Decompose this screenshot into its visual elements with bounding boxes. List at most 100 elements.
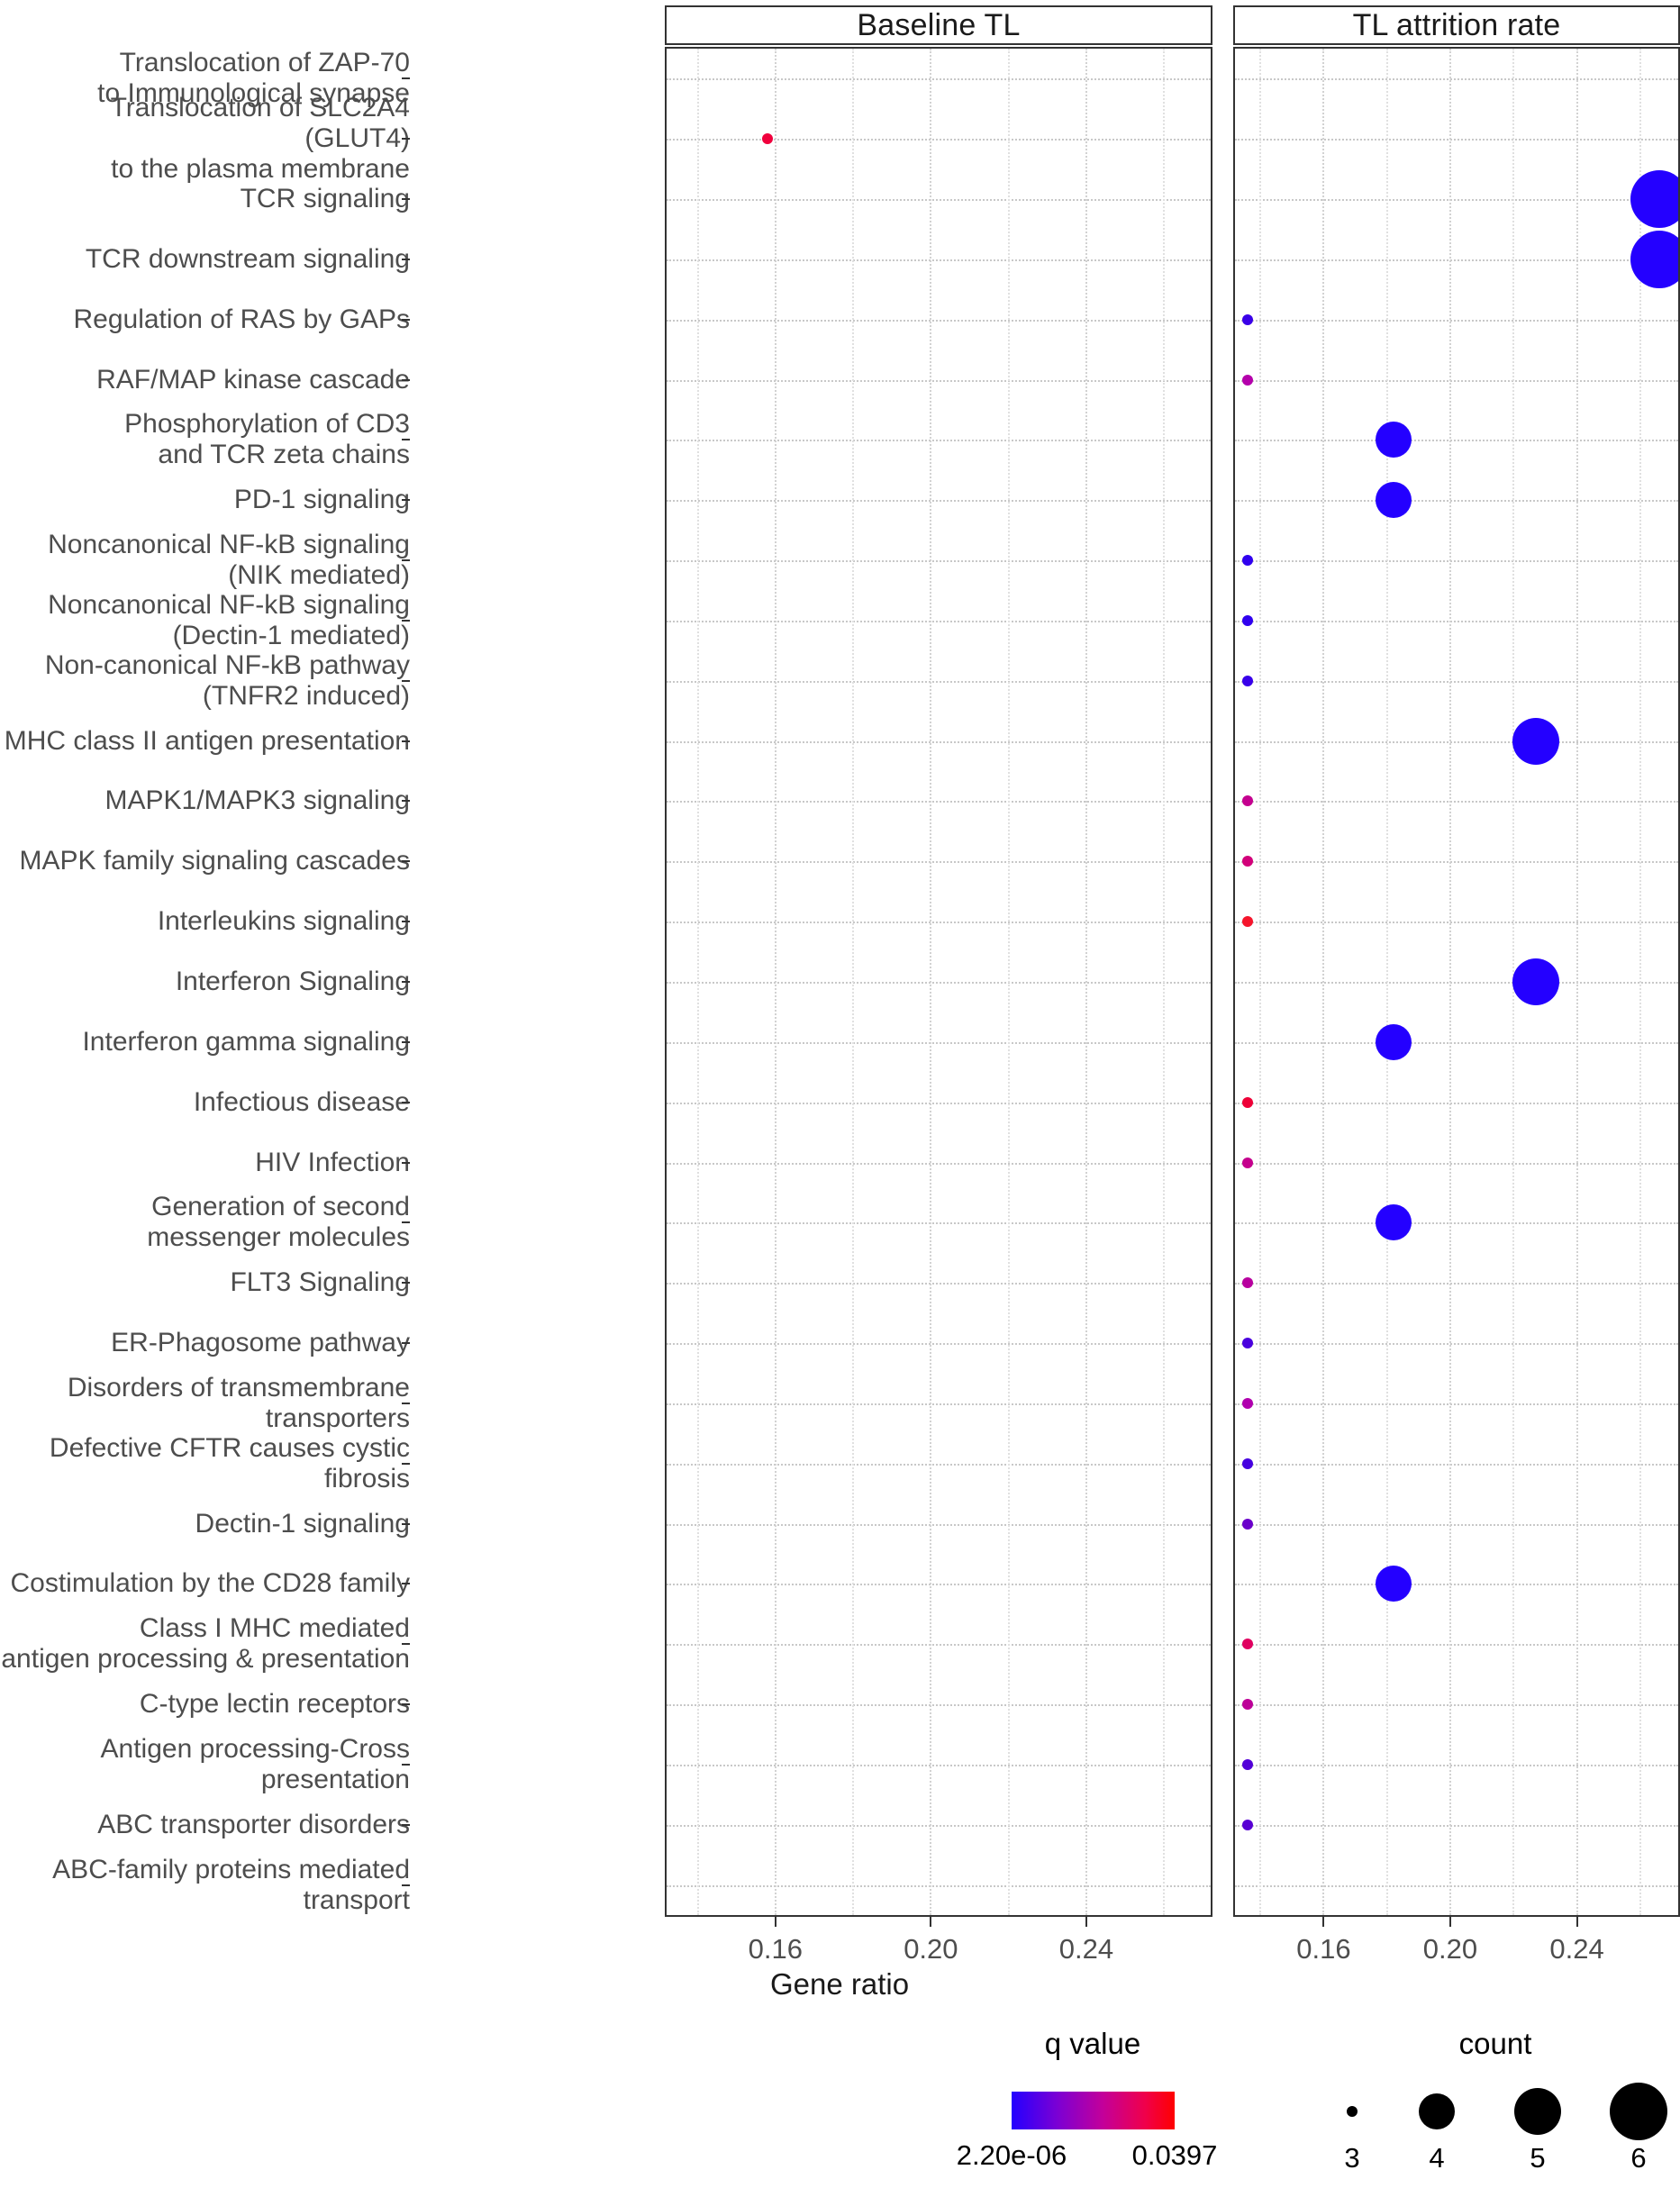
y-axis-tick	[402, 1101, 410, 1103]
gridline-vertical-major	[1576, 49, 1578, 1915]
size-legend-dot	[1610, 2083, 1667, 2140]
gridline-vertical-minor	[1163, 49, 1166, 1915]
gridline-horizontal	[1235, 319, 1678, 322]
gridline-horizontal	[1235, 740, 1678, 743]
data-point-dot	[1242, 1157, 1254, 1168]
y-axis-label: RAF/MAP kinase cascade	[96, 364, 410, 395]
gridline-horizontal	[1235, 1644, 1678, 1647]
gridline-horizontal	[667, 801, 1211, 803]
data-point-dot	[1242, 1277, 1254, 1289]
y-axis-label: Translocation of SLC2A4 (GLUT4) to the p…	[110, 93, 410, 185]
gridline-vertical-minor	[1639, 49, 1641, 1915]
data-point-dot	[1512, 717, 1559, 765]
gridline-horizontal	[1235, 1824, 1678, 1827]
y-axis-label: Phosphorylation of CD3 and TCR zeta chai…	[124, 409, 410, 470]
gridline-horizontal	[1235, 1884, 1678, 1887]
data-point-dot	[1375, 1204, 1412, 1241]
gridline-horizontal	[667, 740, 1211, 743]
data-point-dot	[1630, 170, 1678, 229]
y-axis-label: ABC transporter disorders	[97, 1809, 410, 1839]
gridline-horizontal	[1235, 139, 1678, 141]
y-axis-tick	[402, 1583, 410, 1585]
y-axis-labels: Translocation of ZAP-70 to Immunological…	[0, 48, 411, 1917]
y-axis-tick	[402, 378, 410, 381]
y-axis-label: MAPK1/MAPK3 signaling	[104, 785, 411, 816]
gridline-horizontal	[667, 379, 1211, 382]
x-axis-title: Gene ratio	[769, 1967, 910, 2001]
y-axis-tick	[402, 679, 410, 682]
y-axis-label: ABC-family proteins mediated transport	[52, 1854, 410, 1915]
y-axis-label: FLT3 Signaling	[230, 1267, 410, 1298]
gridline-horizontal	[667, 1584, 1211, 1586]
gridline-horizontal	[1235, 1764, 1678, 1766]
gridline-horizontal	[1235, 1463, 1678, 1466]
data-point-dot	[1242, 614, 1254, 626]
color-legend-title: q value	[1044, 2027, 1141, 2060]
gridline-horizontal	[1235, 259, 1678, 261]
plot-panel-baseline	[665, 47, 1212, 1917]
gridline-horizontal	[1235, 1102, 1678, 1104]
gridline-horizontal	[667, 1283, 1211, 1285]
gridline-horizontal	[1235, 1343, 1678, 1346]
gridline-horizontal	[667, 1704, 1211, 1707]
color-legend-max-label: 0.0397	[1131, 2139, 1218, 2171]
gridline-horizontal	[667, 500, 1211, 503]
gridline-horizontal	[1235, 1403, 1678, 1405]
data-point-dot	[1375, 1566, 1412, 1602]
data-point-dot	[1512, 958, 1559, 1005]
gridline-vertical-major	[1448, 49, 1451, 1915]
gridline-horizontal	[667, 1343, 1211, 1346]
gridline-horizontal	[667, 680, 1211, 683]
gridline-horizontal	[667, 1162, 1211, 1165]
y-axis-label: Regulation of RAS by GAPs	[73, 304, 410, 334]
facet-strip-attrition-label: TL attrition rate	[1352, 7, 1561, 42]
y-axis-label: Noncanonical NF-kB signaling (NIK mediat…	[48, 530, 410, 591]
gridline-horizontal	[667, 139, 1211, 141]
gridline-horizontal	[667, 1222, 1211, 1225]
x-axis-tick	[1576, 1917, 1578, 1927]
y-axis-label: Generation of second messenger molecules	[147, 1192, 410, 1253]
y-axis-label: Interferon Signaling	[175, 967, 410, 996]
gridline-horizontal	[1235, 379, 1678, 382]
y-axis-tick	[402, 619, 410, 622]
gridline-horizontal	[667, 319, 1211, 322]
data-point-dot	[1375, 422, 1412, 458]
size-legend-dot	[1419, 2093, 1455, 2129]
size-legend-label: 5	[1530, 2142, 1546, 2174]
data-point-dot	[1242, 1639, 1254, 1650]
data-point-dot	[1242, 1338, 1254, 1349]
y-axis-tick	[402, 1763, 410, 1766]
y-axis-label: Infectious disease	[193, 1086, 410, 1117]
y-axis-label: MAPK family signaling cascades	[19, 846, 410, 876]
y-axis-tick	[402, 559, 410, 562]
gridline-vertical-major	[930, 49, 932, 1915]
y-axis-label: MHC class II antigen presentation	[4, 725, 410, 756]
y-axis-tick	[402, 800, 410, 803]
gridline-horizontal	[1235, 1704, 1678, 1707]
gridline-horizontal	[667, 1102, 1211, 1104]
gridline-horizontal	[667, 78, 1211, 81]
gridline-horizontal	[667, 1884, 1211, 1887]
gridline-horizontal	[1235, 500, 1678, 503]
facet-strip-attrition: TL attrition rate	[1233, 5, 1680, 45]
gridline-horizontal	[667, 1523, 1211, 1526]
y-axis-tick	[402, 1282, 410, 1285]
y-axis-label: Non-canonical NF-kB pathway (TNFR2 induc…	[44, 649, 410, 711]
y-axis-label: Class I MHC mediated antigen processing …	[1, 1613, 410, 1675]
gridline-horizontal	[1235, 620, 1678, 622]
y-axis-tick	[402, 921, 410, 923]
gridline-horizontal	[1235, 1523, 1678, 1526]
y-axis-tick	[402, 1884, 410, 1886]
data-point-dot	[1242, 555, 1254, 567]
gridline-horizontal	[667, 259, 1211, 261]
x-axis-tick	[930, 1917, 932, 1927]
y-axis-label: Antigen processing-Cross presentation	[100, 1733, 411, 1794]
size-legend-label: 3	[1344, 2142, 1360, 2174]
gridline-horizontal	[1235, 680, 1678, 683]
y-axis-label: Defective CFTR causes cystic fibrosis	[49, 1432, 410, 1493]
gridline-horizontal	[1235, 982, 1678, 984]
y-axis-label: TCR downstream signaling	[85, 243, 410, 274]
y-axis-label: Noncanonical NF-kB signaling (Dectin-1 m…	[48, 589, 410, 650]
plot-panel-attrition	[1233, 47, 1680, 1917]
gridline-horizontal	[667, 560, 1211, 563]
